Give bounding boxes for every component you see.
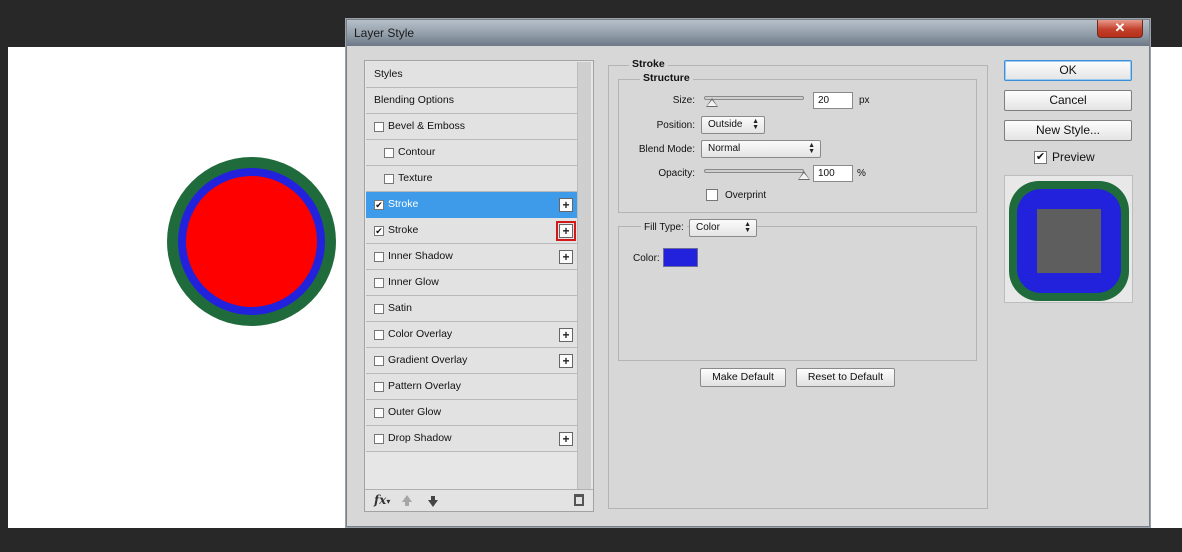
ok-button[interactable]: OK [1004,60,1132,81]
style-item-inner-shadow[interactable]: Inner Shadow + [366,244,577,270]
red-circle-fill [186,176,317,307]
style-item-stroke[interactable]: ✔ Stroke + [366,192,577,218]
style-item-label: Gradient Overlay [388,354,468,366]
style-item-label: Satin [388,302,412,314]
size-unit: px [859,95,870,106]
add-effect-plus-icon[interactable]: + [556,221,576,241]
style-item-stroke[interactable]: ✔ Stroke + [366,218,577,244]
opacity-input[interactable]: 100 [813,165,853,182]
styles-panel-footer: fx▾ [365,489,593,511]
style-preview-thumbnail [1004,175,1133,303]
fill-type-label: Fill Type: [641,222,687,233]
style-item-checkbox[interactable] [374,278,384,288]
style-item-label: Pattern Overlay [388,380,461,392]
style-item-drop-shadow[interactable]: Drop Shadow + [366,426,577,452]
opacity-slider-thumb[interactable] [798,171,810,180]
size-input[interactable]: 20 [813,92,853,109]
close-button[interactable]: ✕ [1097,20,1143,38]
add-effect-plus-icon[interactable]: + [559,354,573,368]
style-item-texture[interactable]: Texture [366,166,577,192]
style-item-satin[interactable]: Satin [366,296,577,322]
dialog-titlebar[interactable]: Layer Style ✕ [347,20,1149,46]
style-item-gradient-overlay[interactable]: Gradient Overlay + [366,348,577,374]
styles-panel: Styles Blending Options Bevel & Emboss Cont… [364,60,594,512]
size-label: Size: [672,95,695,106]
style-item-label: Bevel & Emboss [388,120,466,132]
style-item-color-overlay[interactable]: Color Overlay + [366,322,577,348]
styles-scrollbar[interactable] [577,62,591,490]
style-item-checkbox[interactable] [374,434,384,444]
style-item-styles[interactable]: Styles [366,62,577,88]
stroke-section-title: Stroke [629,58,668,70]
position-label: Position: [656,120,695,131]
move-down-icon[interactable] [428,496,438,507]
trash-icon[interactable] [574,494,584,506]
add-effect-plus-icon[interactable]: + [559,198,573,212]
overprint-checkbox[interactable] [706,189,718,201]
position-select[interactable]: Outside ▲ ▼ [701,116,765,134]
preview-fill [1037,209,1101,273]
fill-type-group [618,226,977,361]
reset-to-default-button[interactable]: Reset to Default [796,368,895,387]
add-effect-plus-icon[interactable]: + [559,432,573,446]
size-slider[interactable] [704,96,804,100]
fill-type-select[interactable]: Color ▲ ▼ [689,219,757,237]
style-list: Styles Blending Options Bevel & Emboss Cont… [366,62,577,452]
style-item-label: Texture [398,172,433,184]
layer-style-dialog: Layer Style ✕ Styles Blending Options Beve… [346,19,1150,527]
color-label: Color: [633,253,660,264]
cancel-button[interactable]: Cancel [1004,90,1132,111]
opacity-unit: % [857,168,866,179]
style-item-checkbox[interactable] [374,330,384,340]
style-item-pattern-overlay[interactable]: Pattern Overlay [366,374,577,400]
blend-mode-select[interactable]: Normal ▲ ▼ [701,140,821,158]
style-item-blending-options[interactable]: Blending Options [366,88,577,114]
fx-icon[interactable]: fx▾ [374,493,390,507]
dropdown-arrow-icon: ▲ ▼ [808,142,815,155]
overprint-label: Overprint [725,190,767,201]
style-item-checkbox[interactable] [374,408,384,418]
style-item-bevel-emboss[interactable]: Bevel & Emboss [366,114,577,140]
style-item-label: Stroke [388,198,419,210]
style-item-inner-glow[interactable]: Inner Glow [366,270,577,296]
make-default-button[interactable]: Make Default [700,368,786,387]
size-slider-thumb[interactable] [706,98,718,107]
add-effect-plus-icon[interactable]: + [559,250,573,264]
opacity-label: Opacity: [658,168,695,179]
style-item-label: Blending Options [374,94,454,106]
opacity-slider[interactable] [704,169,804,173]
dropdown-arrow-icon: ▲ ▼ [744,221,751,234]
style-item-label: Contour [398,146,436,158]
new-style-button[interactable]: New Style... [1004,120,1132,141]
style-item-label: Inner Glow [388,276,439,288]
style-item-label: Inner Shadow [388,250,453,262]
stroke-color-swatch[interactable] [663,248,698,267]
style-item-checkbox[interactable] [374,356,384,366]
style-item-label: Styles [374,68,403,80]
style-item-checkbox[interactable]: ✔ [374,200,384,210]
style-item-checkbox[interactable] [374,304,384,314]
style-item-checkbox[interactable] [374,122,384,132]
style-item-label: Drop Shadow [388,432,452,444]
style-item-checkbox[interactable] [374,252,384,262]
style-item-checkbox[interactable] [384,148,394,158]
close-icon: ✕ [1114,20,1126,35]
style-item-label: Color Overlay [388,328,453,340]
style-item-checkbox[interactable]: ✔ [374,226,384,236]
preview-label: Preview [1052,150,1095,164]
dialog-title: Layer Style [354,26,415,40]
style-item-checkbox[interactable] [384,174,394,184]
dropdown-arrow-icon: ▲ ▼ [752,118,759,131]
style-item-checkbox[interactable] [374,382,384,392]
preview-checkbox[interactable]: ✔ [1034,151,1047,164]
add-effect-plus-icon[interactable]: + [559,328,573,342]
style-item-label: Outer Glow [388,406,442,418]
move-up-icon[interactable] [402,495,412,506]
structure-group-title: Structure [640,72,693,84]
style-item-label: Stroke [388,224,419,236]
style-item-outer-glow[interactable]: Outer Glow [366,400,577,426]
style-item-contour[interactable]: Contour [366,140,577,166]
blend-mode-label: Blend Mode: [638,144,695,155]
